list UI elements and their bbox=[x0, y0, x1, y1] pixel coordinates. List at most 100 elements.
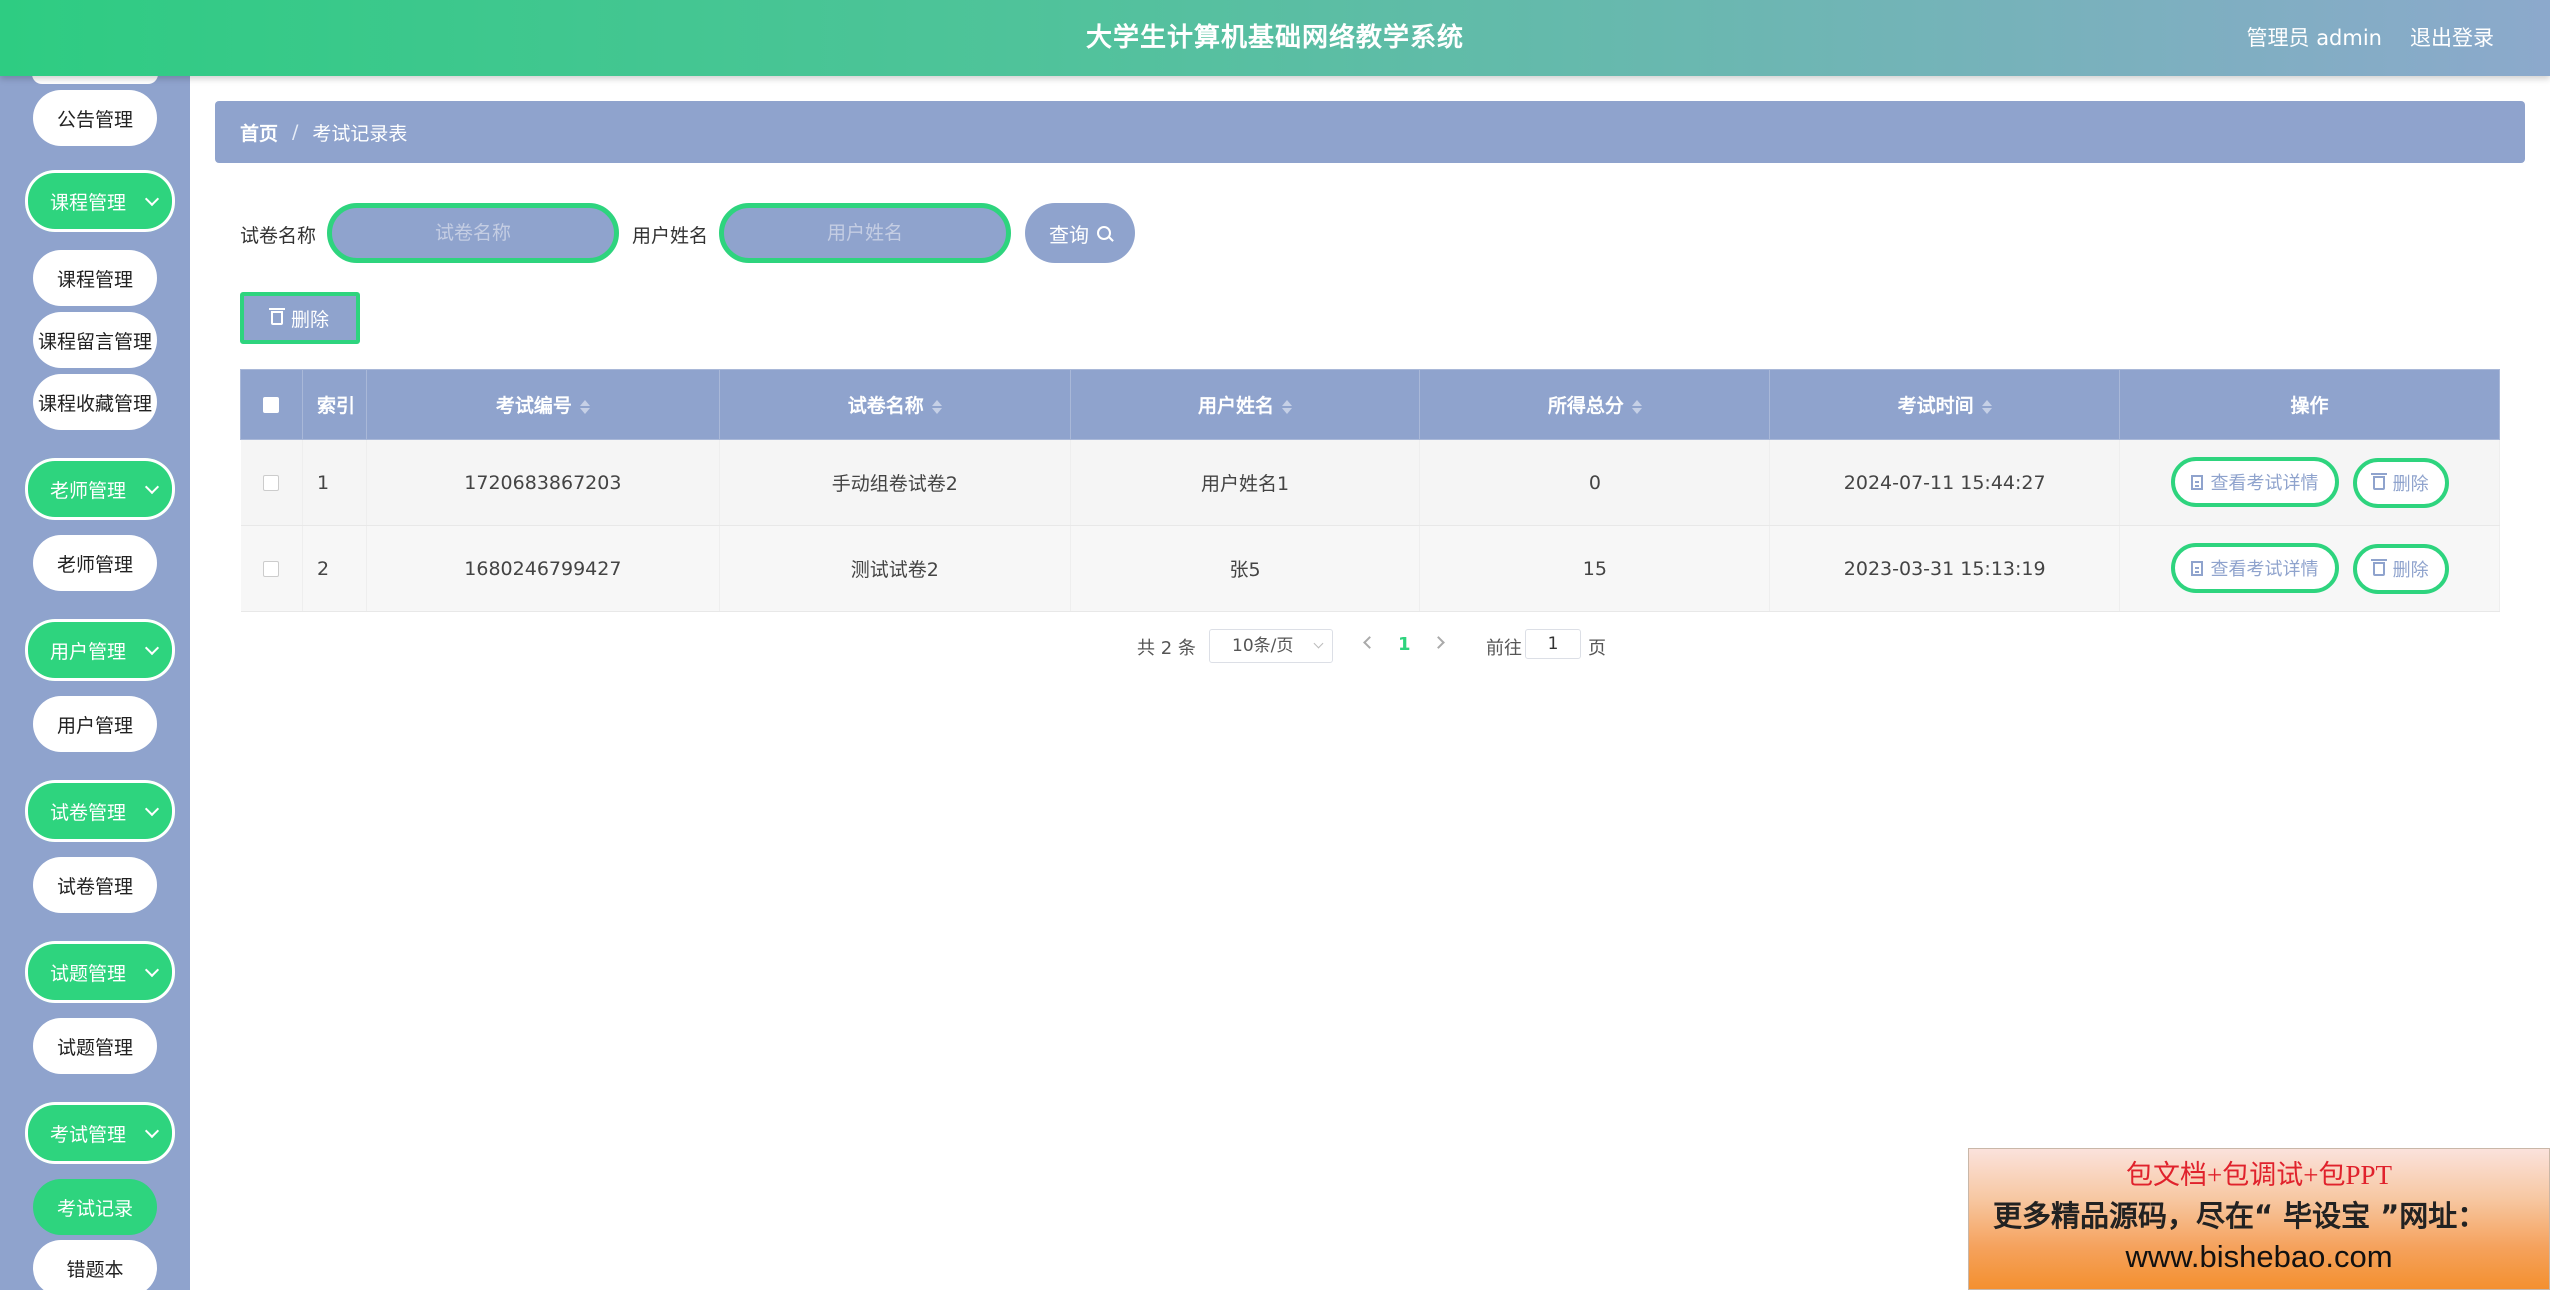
chevron-down-icon bbox=[144, 1123, 160, 1139]
sort-icon bbox=[931, 399, 942, 415]
row-delete-button[interactable]: 删除 bbox=[2352, 543, 2449, 594]
paper-name-label: 试卷名称 bbox=[240, 225, 317, 247]
sidebar-item-label: 试卷管理 bbox=[56, 875, 133, 898]
row-delete-label: 删除 bbox=[2392, 559, 2429, 581]
sidebar-item-label: 课程管理 bbox=[56, 268, 133, 291]
exam-record-table: 索引 考试编号 试卷名称 用户姓名 所得总分 考试时间 操作 1 1720683… bbox=[240, 369, 2500, 612]
column-header-user[interactable]: 用户姓名 bbox=[1069, 369, 1421, 440]
sidebar: 公告管理 课程管理 课程管理 课程留言管理 课程收藏管理 老师管理 老师管理 用… bbox=[0, 76, 190, 1290]
sort-icon bbox=[1282, 399, 1293, 415]
goto-page-input[interactable] bbox=[1525, 629, 1581, 659]
table-row: 1 1720683867203 手动组卷试卷2 用户姓名1 0 2024-07-… bbox=[240, 439, 2500, 526]
sidebar-item-announcement[interactable]: 公告管理 bbox=[33, 90, 157, 146]
column-header-label: 考试编号 bbox=[495, 395, 572, 417]
sidebar-item-teacher[interactable]: 老师管理 bbox=[33, 535, 157, 591]
trash-icon bbox=[2370, 472, 2387, 490]
paper-name-input[interactable] bbox=[327, 203, 619, 263]
select-all-cell bbox=[240, 369, 303, 440]
column-header-score[interactable]: 所得总分 bbox=[1419, 369, 1771, 440]
bulk-delete-button[interactable]: 删除 bbox=[240, 292, 360, 344]
sort-icon bbox=[1631, 399, 1642, 415]
view-detail-button[interactable]: 查看考试详情 bbox=[2170, 457, 2339, 508]
table-header-row: 索引 考试编号 试卷名称 用户姓名 所得总分 考试时间 操作 bbox=[240, 369, 2500, 440]
column-header-label: 考试时间 bbox=[1897, 395, 1974, 417]
sidebar-group-label: 老师管理 bbox=[50, 479, 127, 502]
sidebar-item-label: 试题管理 bbox=[56, 1036, 133, 1059]
sidebar-item-question[interactable]: 试题管理 bbox=[33, 1018, 157, 1074]
page-suffix: 页 bbox=[1588, 638, 1606, 659]
view-detail-label: 查看考试详情 bbox=[2210, 559, 2319, 581]
row-checkbox[interactable] bbox=[263, 475, 280, 491]
page-size-value: 10条/页 bbox=[1232, 636, 1294, 656]
sidebar-group-paper[interactable]: 试卷管理 bbox=[25, 780, 175, 842]
chevron-down-icon bbox=[144, 962, 160, 978]
column-header-actions: 操作 bbox=[2119, 369, 2500, 440]
view-detail-button[interactable]: 查看考试详情 bbox=[2170, 543, 2339, 594]
search-icon bbox=[1097, 226, 1111, 240]
breadcrumb-current: 考试记录表 bbox=[312, 122, 408, 145]
sidebar-top-pill bbox=[32, 76, 158, 84]
column-header-exam-no[interactable]: 考试编号 bbox=[365, 369, 720, 440]
column-header-time[interactable]: 考试时间 bbox=[1769, 369, 2121, 440]
document-icon bbox=[2190, 474, 2203, 490]
sidebar-group-exam[interactable]: 考试管理 bbox=[25, 1102, 175, 1164]
next-page-icon[interactable] bbox=[1432, 636, 1445, 649]
sidebar-item-user[interactable]: 用户管理 bbox=[33, 696, 157, 752]
sidebar-item-paper[interactable]: 试卷管理 bbox=[33, 857, 157, 913]
cell-index: 2 bbox=[302, 525, 367, 612]
cell-score: 15 bbox=[1419, 525, 1771, 612]
sidebar-group-label: 试题管理 bbox=[50, 962, 127, 985]
sidebar-group-course[interactable]: 课程管理 bbox=[25, 170, 175, 232]
column-header-label: 用户姓名 bbox=[1198, 395, 1275, 417]
sidebar-item-course[interactable]: 课程管理 bbox=[33, 250, 157, 306]
sidebar-item-label: 老师管理 bbox=[56, 553, 133, 576]
sidebar-item-label: 用户管理 bbox=[56, 714, 133, 737]
cell-user: 张5 bbox=[1070, 525, 1421, 612]
sidebar-item-label: 公告管理 bbox=[56, 108, 133, 131]
admin-label: 管理员 admin bbox=[2246, 26, 2382, 50]
chevron-down-icon bbox=[144, 479, 160, 495]
cell-user: 用户姓名1 bbox=[1070, 439, 1421, 526]
logout-link[interactable]: 退出登录 bbox=[2410, 0, 2494, 76]
table-row: 2 1680246799427 测试试卷2 张5 15 2023-03-31 1… bbox=[240, 525, 2500, 612]
user-name-input[interactable] bbox=[719, 203, 1011, 263]
cell-exam-no: 1680246799427 bbox=[366, 525, 720, 612]
sidebar-group-label: 课程管理 bbox=[50, 191, 127, 214]
breadcrumb-home[interactable]: 首页 bbox=[240, 119, 278, 146]
sort-icon bbox=[1981, 399, 1992, 415]
sidebar-item-label: 课程留言管理 bbox=[37, 330, 152, 353]
column-header-paper[interactable]: 试卷名称 bbox=[718, 369, 1071, 440]
prev-page-icon[interactable] bbox=[1363, 636, 1376, 649]
cell-score: 0 bbox=[1419, 439, 1771, 526]
row-delete-button[interactable]: 删除 bbox=[2352, 457, 2449, 508]
sidebar-item-exam-record[interactable]: 考试记录 bbox=[33, 1179, 157, 1235]
current-page[interactable]: 1 bbox=[1398, 634, 1411, 655]
sidebar-group-label: 试卷管理 bbox=[50, 801, 127, 824]
goto-label: 前往 bbox=[1486, 638, 1522, 659]
view-detail-label: 查看考试详情 bbox=[2210, 473, 2319, 495]
select-all-checkbox[interactable] bbox=[263, 397, 280, 413]
row-delete-label: 删除 bbox=[2392, 473, 2429, 495]
trash-icon bbox=[268, 308, 285, 325]
sidebar-item-course-favorite[interactable]: 课程收藏管理 bbox=[33, 374, 157, 430]
pagination-total: 共 2 条 bbox=[1137, 638, 1196, 659]
chevron-down-icon bbox=[144, 191, 160, 207]
ad-banner[interactable]: 包文档+包调试+包PPT 更多精品源码，尽在“ 毕设宝 ”网址： www.bis… bbox=[1968, 1148, 2550, 1290]
system-title: 大学生计算机基础网络教学系统 bbox=[1085, 23, 1464, 53]
user-name-label: 用户姓名 bbox=[632, 225, 709, 247]
sidebar-group-question[interactable]: 试题管理 bbox=[25, 941, 175, 1003]
page-size-select[interactable]: 10条/页 bbox=[1209, 629, 1333, 663]
top-header: 大学生计算机基础网络教学系统 管理员 admin 退出登录 bbox=[0, 0, 2550, 76]
breadcrumb: 首页 / 考试记录表 bbox=[215, 101, 2525, 163]
chevron-down-icon bbox=[1313, 638, 1324, 649]
query-button[interactable]: 查询 bbox=[1025, 203, 1135, 263]
trash-icon bbox=[2370, 558, 2387, 576]
sidebar-group-teacher[interactable]: 老师管理 bbox=[25, 458, 175, 520]
sidebar-item-wrong-book[interactable]: 错题本 bbox=[33, 1240, 157, 1290]
sidebar-item-course-comment[interactable]: 课程留言管理 bbox=[33, 312, 157, 368]
column-header-index: 索引 bbox=[301, 369, 367, 440]
row-checkbox[interactable] bbox=[263, 561, 280, 577]
cell-exam-no: 1720683867203 bbox=[366, 439, 720, 526]
cell-time: 2024-07-11 15:44:27 bbox=[1769, 439, 2121, 526]
cell-actions: 查看考试详情 删除 bbox=[2119, 525, 2500, 612]
